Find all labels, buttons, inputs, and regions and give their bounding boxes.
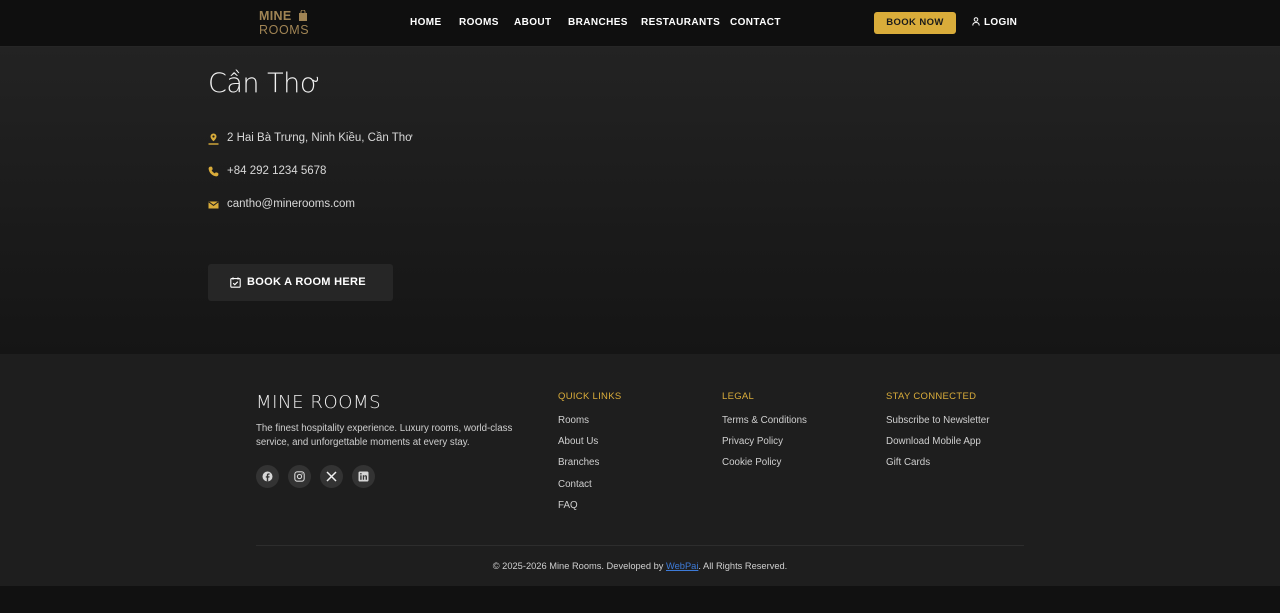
logo[interactable]: MINE ROOMS	[259, 10, 311, 38]
logo-line2: ROOMS	[259, 23, 310, 37]
shopping-bag-icon	[299, 10, 307, 21]
stay-connected-title: STAY CONNECTED	[886, 391, 977, 402]
footer-link-about-us[interactable]: About Us	[558, 436, 598, 448]
linkedin-link[interactable]	[352, 465, 375, 488]
nav-contact[interactable]: CONTACT	[730, 17, 781, 29]
bottom-strip	[0, 586, 1280, 613]
footer-link-contact[interactable]: Contact	[558, 479, 592, 491]
book-room-label: BOOK A ROOM HERE	[247, 276, 366, 288]
copyright-prefix: © 2025-2026 Mine Rooms. Developed by	[492, 561, 666, 571]
facebook-icon	[262, 471, 273, 482]
branch-section: Cần Thơ 2 Hai Bà Trưng, Ninh Kiều, Cần T…	[0, 47, 1280, 354]
footer-link-mobile-app[interactable]: Download Mobile App	[886, 436, 981, 448]
footer: MINE ROOMS The finest hospitality experi…	[0, 354, 1280, 586]
footer-link-faq[interactable]: FAQ	[558, 500, 578, 512]
mail-icon	[208, 201, 219, 209]
top-navbar: MINE ROOMS HOME ROOMS ABOUT BRANCHES RES…	[0, 0, 1280, 47]
nav-home[interactable]: HOME	[410, 17, 442, 29]
book-now-button[interactable]: BOOK NOW	[874, 12, 956, 34]
nav-rooms[interactable]: ROOMS	[459, 17, 499, 29]
branch-city-title: Cần Thơ	[208, 68, 320, 99]
x-icon	[326, 471, 337, 482]
logo-line1: MINE	[259, 9, 292, 23]
phone-text[interactable]: +84 292 1234 5678	[227, 164, 326, 178]
nav-restaurants[interactable]: RESTAURANTS	[641, 17, 720, 29]
linkedin-icon	[358, 471, 369, 482]
nav-about[interactable]: ABOUT	[514, 17, 552, 29]
legal-title: LEGAL	[722, 391, 755, 402]
footer-link-cookie[interactable]: Cookie Policy	[722, 457, 781, 469]
developer-link[interactable]: WebPai	[666, 561, 698, 571]
location-pin-icon	[208, 133, 219, 145]
footer-divider	[256, 545, 1024, 546]
login-label: LOGIN	[984, 17, 1018, 28]
address-text: 2 Hai Bà Trưng, Ninh Kiều, Cần Thơ	[227, 132, 413, 144]
footer-link-gift-cards[interactable]: Gift Cards	[886, 457, 930, 469]
footer-tagline: The finest hospitality experience. Luxur…	[256, 423, 513, 448]
calendar-check-icon	[230, 277, 241, 288]
user-icon	[972, 17, 980, 26]
email-text[interactable]: cantho@minerooms.com	[227, 197, 355, 211]
x-link[interactable]	[320, 465, 343, 488]
footer-link-privacy[interactable]: Privacy Policy	[722, 436, 783, 448]
instagram-link[interactable]	[288, 465, 311, 488]
login-link[interactable]: LOGIN	[972, 17, 1017, 29]
footer-link-newsletter[interactable]: Subscribe to Newsletter	[886, 415, 989, 427]
copyright-suffix: . All Rights Reserved.	[698, 561, 788, 571]
quick-links-title: QUICK LINKS	[558, 391, 622, 402]
footer-link-terms[interactable]: Terms & Conditions	[722, 415, 807, 427]
copyright: © 2025-2026 Mine Rooms. Developed by Web…	[0, 560, 1280, 572]
instagram-icon	[294, 471, 305, 482]
nav-branches[interactable]: BRANCHES	[568, 17, 628, 29]
book-room-button[interactable]: BOOK A ROOM HERE	[208, 264, 393, 301]
facebook-link[interactable]	[256, 465, 279, 488]
footer-link-rooms[interactable]: Rooms	[558, 415, 589, 427]
footer-link-branches[interactable]: Branches	[558, 457, 599, 469]
phone-icon	[208, 166, 219, 177]
footer-brand: MINE ROOMS	[256, 392, 382, 413]
